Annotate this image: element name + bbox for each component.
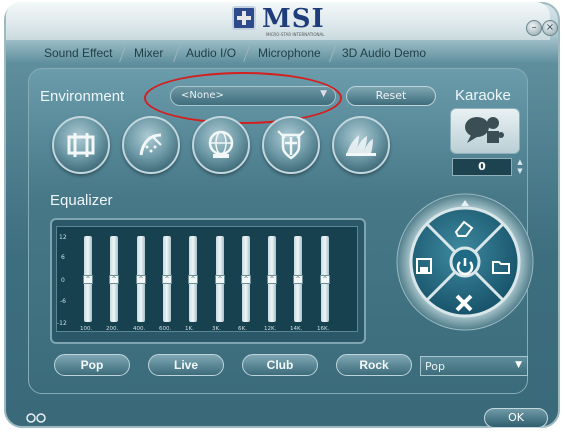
preset-live-button[interactable]: Live xyxy=(148,354,224,376)
chevron-down-icon: ▼ xyxy=(515,360,522,370)
tab-3d-audio-demo[interactable]: 3D Audio Demo xyxy=(342,46,426,60)
environment-knight-button[interactable] xyxy=(262,116,320,174)
eq-slider-knob[interactable]: ^ xyxy=(293,275,303,284)
preset-selected-value: Pop xyxy=(425,360,445,373)
eq-slider-knob[interactable]: ^ xyxy=(241,275,251,284)
eq-slider-knob[interactable]: ^ xyxy=(109,275,119,284)
eq-band-label: 16K. xyxy=(317,326,330,332)
tab-sound-effect[interactable]: Sound Effect xyxy=(44,46,113,60)
open-button[interactable] xyxy=(490,256,512,276)
globe-icon xyxy=(208,130,234,158)
eq-slider-knob[interactable]: ^ xyxy=(320,275,330,284)
spin-up-icon[interactable]: ▲ xyxy=(515,158,525,167)
environment-globe-button[interactable] xyxy=(192,116,250,174)
shower-icon xyxy=(139,133,162,156)
eq-slider-knob[interactable]: ^ xyxy=(267,275,277,284)
opera-house-icon xyxy=(346,135,376,156)
karaoke-singer-icon xyxy=(465,117,504,143)
brand-tagline: MICRO-STAR INTERNATIONAL xyxy=(266,32,325,37)
eq-scale-label: 0 xyxy=(61,277,65,284)
spin-down-icon[interactable]: ▼ xyxy=(515,167,525,176)
eq-slider-knob[interactable]: ^ xyxy=(188,275,198,284)
environment-bathroom-button[interactable] xyxy=(52,116,110,174)
eq-slider-knob[interactable]: ^ xyxy=(83,275,93,284)
eq-band-label: 400. xyxy=(133,326,146,332)
delete-button[interactable] xyxy=(452,292,476,314)
eq-scale-label: 12 xyxy=(59,234,67,241)
eq-band-label: 100. xyxy=(80,326,93,332)
save-disk-icon xyxy=(416,258,432,274)
power-button[interactable] xyxy=(454,254,476,278)
info-icon[interactable] xyxy=(26,410,46,424)
karaoke-label: Karaoke xyxy=(455,87,511,104)
eq-slider-knob[interactable]: ^ xyxy=(215,275,225,284)
equalizer-panel xyxy=(56,226,358,332)
knight-icon xyxy=(277,130,305,160)
eq-band-label: 200. xyxy=(106,326,119,332)
eq-scale-label: -6 xyxy=(60,298,66,305)
tab-microphone[interactable]: Microphone xyxy=(258,46,321,60)
karaoke-spinner[interactable]: ▲ ▼ xyxy=(515,158,525,176)
eq-slider-knob[interactable]: ^ xyxy=(162,275,172,284)
ok-button[interactable]: OK xyxy=(484,408,548,428)
folder-icon xyxy=(492,261,510,274)
karaoke-value-field[interactable]: 0 xyxy=(452,158,512,176)
tab-mixer[interactable]: Mixer xyxy=(134,46,163,60)
tab-divider xyxy=(119,46,134,62)
edit-button[interactable] xyxy=(452,218,476,238)
minimize-button[interactable]: – xyxy=(526,20,542,36)
eq-band-label: 3K. xyxy=(212,326,221,332)
eq-band-label: 6K. xyxy=(238,326,247,332)
karaoke-button[interactable] xyxy=(450,108,520,154)
tab-bar: Sound Effect Mixer Audio I/O Microphone … xyxy=(0,44,556,64)
preset-pop-button[interactable]: Pop xyxy=(54,354,130,376)
highlight-annotation xyxy=(144,72,342,124)
tab-divider xyxy=(243,46,258,62)
save-button[interactable] xyxy=(414,256,434,276)
bathroom-icon xyxy=(67,133,95,157)
eq-band-label: 12K. xyxy=(264,326,277,332)
eq-slider-knob[interactable]: ^ xyxy=(136,275,146,284)
environment-shower-button[interactable] xyxy=(122,116,180,174)
environment-opera-house-button[interactable] xyxy=(332,116,390,174)
power-icon xyxy=(456,258,474,276)
equalizer-label: Equalizer xyxy=(50,192,113,209)
msi-logo-icon xyxy=(232,6,256,30)
eq-band-label: 14K. xyxy=(290,326,303,332)
environment-label: Environment xyxy=(40,88,125,105)
eraser-icon xyxy=(454,220,474,237)
eq-band-label: 1K. xyxy=(185,326,194,332)
eq-scale-label: 6 xyxy=(61,254,65,261)
eq-band-label: 600. xyxy=(159,326,172,332)
preset-select[interactable]: Pop ▼ xyxy=(420,356,528,376)
eq-scale-label: -12 xyxy=(57,320,67,327)
tab-audio-io[interactable]: Audio I/O xyxy=(186,46,236,60)
preset-rock-button[interactable]: Rock xyxy=(336,354,412,376)
reset-button[interactable]: Reset xyxy=(346,86,436,106)
close-button[interactable]: × xyxy=(542,20,558,36)
brand-title: MSI xyxy=(262,4,325,34)
close-x-icon xyxy=(455,294,473,312)
preset-club-button[interactable]: Club xyxy=(242,354,318,376)
